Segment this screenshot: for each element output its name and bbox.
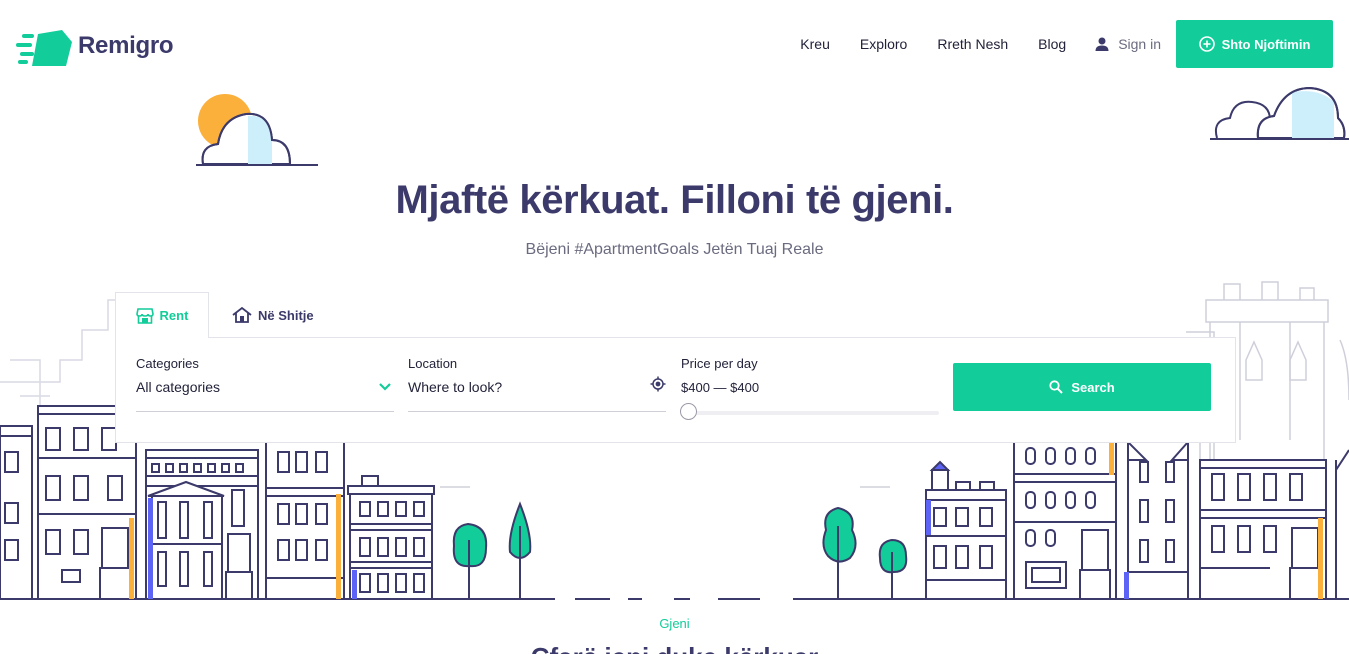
- tab-rent-label: Rent: [159, 308, 189, 323]
- section-tag: Gjeni: [659, 616, 690, 631]
- price-slider-thumb[interactable]: [680, 403, 697, 420]
- location-field[interactable]: Location Where to look?: [408, 356, 666, 412]
- add-listing-button[interactable]: Shto Njoftimin: [1176, 20, 1333, 68]
- nav-item-kreu[interactable]: Kreu: [800, 36, 830, 52]
- clouds-right-icon: [1210, 86, 1349, 140]
- store-icon: [135, 307, 154, 324]
- location-input[interactable]: Where to look?: [408, 379, 666, 395]
- locate-icon[interactable]: [650, 376, 666, 392]
- search-button[interactable]: Search: [953, 363, 1211, 411]
- tab-for-sale-label: Në Shitje: [258, 307, 314, 323]
- categories-select[interactable]: Categories All categories: [136, 356, 394, 412]
- search-icon: [1049, 380, 1064, 394]
- nav-item-blog[interactable]: Blog: [1038, 36, 1066, 52]
- house-icon: [232, 307, 252, 323]
- chevron-down-icon: [379, 383, 391, 391]
- brand-logo[interactable]: Remigro: [16, 26, 174, 66]
- price-value: $400 — $400: [681, 380, 760, 395]
- tab-rent[interactable]: Rent: [115, 292, 209, 338]
- site-header: Remigro Kreu Exploro Rreth Nesh Blog Sig…: [0, 0, 1349, 88]
- user-icon: [1095, 37, 1109, 51]
- brand-name: Remigro: [78, 32, 174, 59]
- categories-label: Categories: [136, 356, 199, 371]
- main-nav: Kreu Exploro Rreth Nesh Blog Sign in Sht…: [800, 20, 1333, 68]
- sign-in-label: Sign in: [1118, 36, 1161, 52]
- nav-item-exploro[interactable]: Exploro: [860, 36, 907, 52]
- price-slider-track[interactable]: [681, 411, 939, 415]
- tab-for-sale[interactable]: Në Shitje: [232, 292, 314, 338]
- nav-item-rreth-nesh[interactable]: Rreth Nesh: [937, 36, 1008, 52]
- categories-underline: [136, 411, 394, 412]
- price-range-field[interactable]: Price per day $400 — $400: [680, 356, 939, 420]
- search-button-label: Search: [1071, 379, 1115, 395]
- hero-title: Mjaftë kërkuat. Filloni të gjeni.: [395, 178, 954, 222]
- section-title: Çfarë jeni duke kërkuar: [0, 642, 1349, 654]
- plus-circle-icon: [1198, 36, 1215, 52]
- categories-value: All categories: [136, 379, 221, 395]
- location-label: Location: [408, 356, 458, 371]
- hero-subtitle: Bëjeni #ApartmentGoals Jetën Tuaj Reale: [525, 241, 824, 258]
- sun-cloud-left-icon: [196, 94, 318, 166]
- add-listing-label: Shto Njoftimin: [1221, 36, 1311, 52]
- location-underline: [408, 411, 666, 412]
- price-label: Price per day: [681, 356, 758, 371]
- search-panel: Categories All categories Location Where…: [115, 337, 1236, 443]
- sign-in-link[interactable]: Sign in: [1094, 36, 1161, 52]
- logo-mark-icon: [16, 30, 72, 66]
